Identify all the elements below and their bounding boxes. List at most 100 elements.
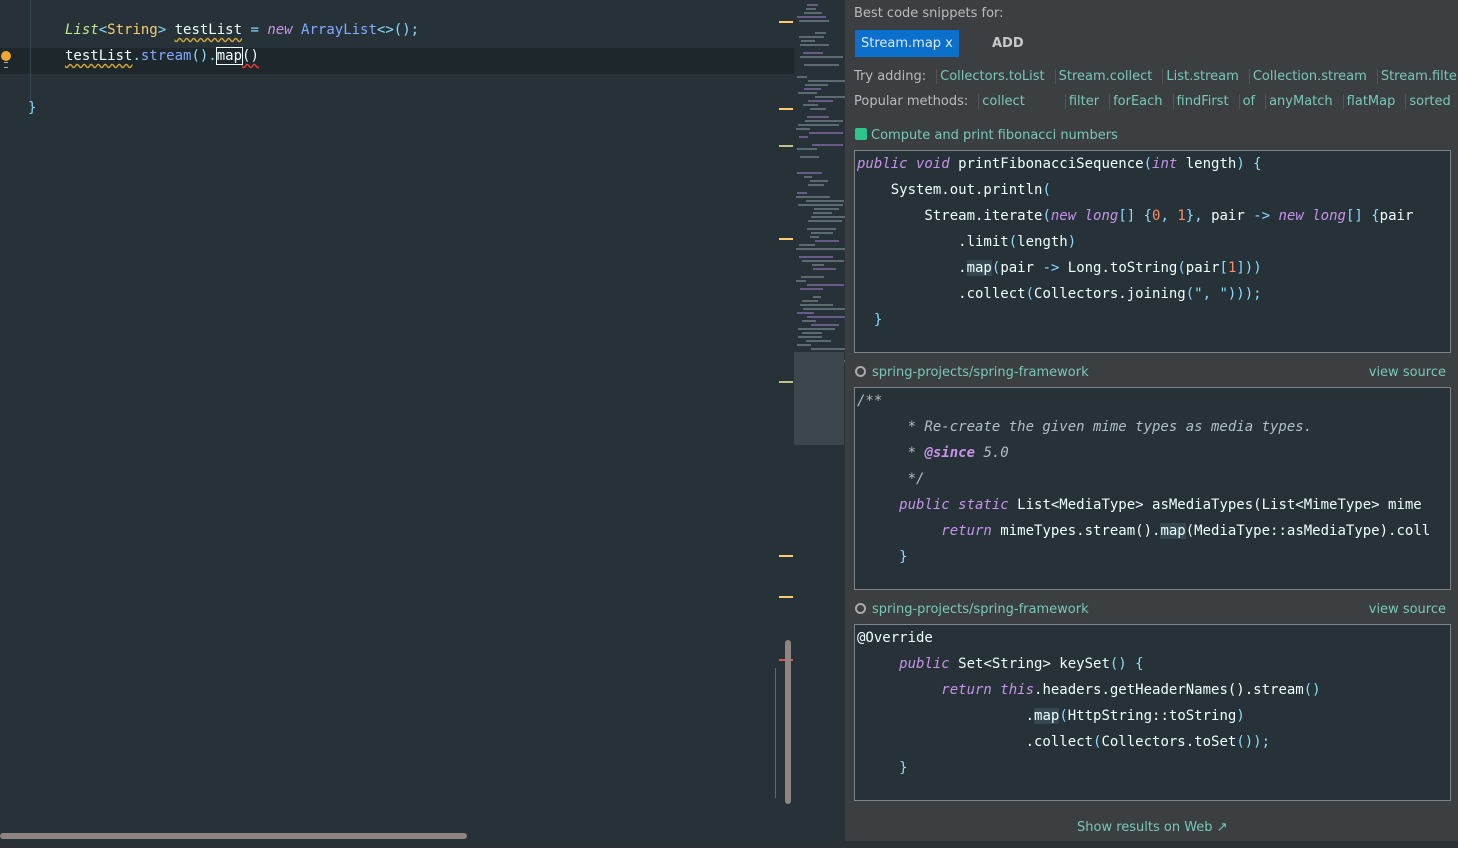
minimap-line (814, 208, 839, 210)
code-token: } (857, 312, 883, 328)
try-adding-label: Try adding: (854, 69, 927, 84)
minimap-line (808, 100, 833, 102)
code-token: ( (1177, 260, 1186, 276)
code-token: ( (1042, 182, 1051, 198)
suggestion-link[interactable]: findFirst (1172, 94, 1229, 109)
code-token: testList (174, 22, 243, 38)
vertical-scrollbar[interactable] (785, 640, 791, 804)
code-token: -> (1253, 208, 1279, 224)
minimap-line (811, 324, 839, 326)
minimap-line (811, 216, 845, 218)
minimap-line (801, 40, 815, 42)
code-token: List (65, 22, 99, 38)
code-line: * Re-create the given mime types as medi… (855, 414, 1450, 440)
minimap-viewport[interactable] (794, 352, 844, 445)
warning-marker[interactable] (779, 108, 793, 110)
code-token: () { (1109, 656, 1144, 672)
snippet-code-block[interactable]: /** * Re-create the given mime types as … (854, 387, 1451, 590)
code-token: ) (1236, 708, 1245, 724)
code-token: System.out.println (857, 182, 1043, 198)
suggestion-link[interactable]: Stream.filter (1376, 69, 1458, 84)
code-token: } (28, 100, 37, 116)
show-results-on-web-link[interactable]: Show results on Web ↗ (1077, 820, 1228, 835)
code-token: pair (1211, 208, 1254, 224)
code-line: .map(pair -> Long.toString(pair[1])) (855, 255, 1450, 281)
warning-marker[interactable] (779, 238, 793, 240)
minimap-line (812, 264, 824, 266)
minimap-line (803, 104, 818, 106)
code-editor[interactable]: List<String> testList = new ArrayList<>(… (0, 0, 794, 848)
snippet-title[interactable]: Compute and print fibonacci numbers (855, 128, 1118, 143)
warning-marker[interactable] (779, 555, 793, 557)
lightbulb-icon[interactable] (1, 51, 11, 68)
minimap-line (810, 108, 826, 110)
snippet-title[interactable]: spring-projects/spring-framework (855, 602, 1089, 617)
suggestion-link[interactable]: Stream.collect (1054, 69, 1153, 84)
code-token: ) (1067, 234, 1077, 250)
code-token: > (157, 22, 175, 38)
warning-marker[interactable] (779, 21, 793, 23)
suggestion-link[interactable]: forEach (1109, 94, 1163, 109)
minimap-line (813, 212, 832, 214)
code-line: @Override (855, 625, 1450, 651)
suggestion-link[interactable]: filter (1064, 94, 1100, 109)
code-token: * Re-create the given mime types as medi… (857, 419, 1313, 435)
suggestion-link[interactable]: flatMap (1342, 94, 1396, 109)
snippet-title[interactable]: spring-projects/spring-framework (855, 365, 1089, 380)
minimap-line (796, 280, 806, 282)
snippet-code-block[interactable]: @Override public Set<String> keySet() { … (854, 624, 1451, 801)
suggestion-link[interactable]: anyMatch (1265, 94, 1333, 109)
warning-marker[interactable] (779, 596, 793, 598)
code-token: [] { (1345, 208, 1380, 224)
try-adding-row: Try adding: Collectors.toList Stream.colle… (854, 69, 1458, 84)
suggestion-link[interactable]: Collection.stream (1248, 69, 1367, 84)
code-token: return this (857, 682, 1035, 698)
warning-marker[interactable] (779, 381, 793, 383)
minimap-line (813, 296, 821, 298)
view-source-link[interactable]: view source (1369, 602, 1446, 617)
code-token: @since (924, 445, 976, 461)
suggestion-link[interactable]: of (1238, 94, 1256, 109)
add-button[interactable]: ADD (992, 36, 1024, 51)
code-token: .collect (857, 734, 1094, 750)
code-token: .limit (857, 234, 1009, 250)
minimap-line (809, 132, 843, 134)
minimap-line (802, 320, 816, 322)
warning-marker[interactable] (779, 145, 793, 147)
suggestion-link[interactable]: collect (978, 94, 1025, 109)
code-token: . (857, 260, 967, 276)
code-token: . (857, 708, 1035, 724)
code-token: ( (1025, 286, 1035, 302)
horizontal-scrollbar[interactable] (0, 833, 467, 839)
minimap-line (800, 288, 823, 290)
suggestion-link[interactable]: sorted (1405, 94, 1451, 109)
code-token: } (857, 760, 908, 776)
code-line: .collect(Collectors.joining(", "))); (855, 281, 1450, 307)
minimap-line (796, 248, 846, 250)
minimap-line (812, 144, 843, 146)
code-token: , (1160, 208, 1178, 224)
code-line: System.out.println( (855, 177, 1450, 203)
snippet-title-text: spring-projects/spring-framework (872, 602, 1089, 617)
github-icon (855, 366, 866, 377)
vcs-change-marker (775, 668, 776, 798)
code-token: Long.toString (1067, 260, 1178, 276)
minimap-line (815, 240, 839, 242)
suggestion-link[interactable]: Collectors.toList (936, 69, 1045, 84)
snippet-code-block[interactable]: public void printFibonacciSequence(int l… (854, 150, 1451, 353)
popular-methods-row: Popular methods: collect filter forEach find… (854, 94, 1458, 109)
suggestion-link[interactable]: List.stream (1162, 69, 1239, 84)
minimap-line (796, 196, 830, 198)
code-token: = (242, 22, 268, 38)
minimap-line (799, 36, 824, 38)
code-token: ) { (1236, 156, 1262, 172)
code-token: .collect (857, 286, 1026, 302)
minimap-line (800, 56, 843, 58)
code-token: () (242, 48, 259, 64)
code-line: } (855, 544, 1450, 570)
code-token: int (1152, 156, 1186, 172)
code-token: ( (1008, 234, 1018, 250)
minimap-line (810, 180, 828, 182)
query-chip-stream-map[interactable]: Stream.map x (855, 30, 959, 57)
view-source-link[interactable]: view source (1369, 365, 1446, 380)
